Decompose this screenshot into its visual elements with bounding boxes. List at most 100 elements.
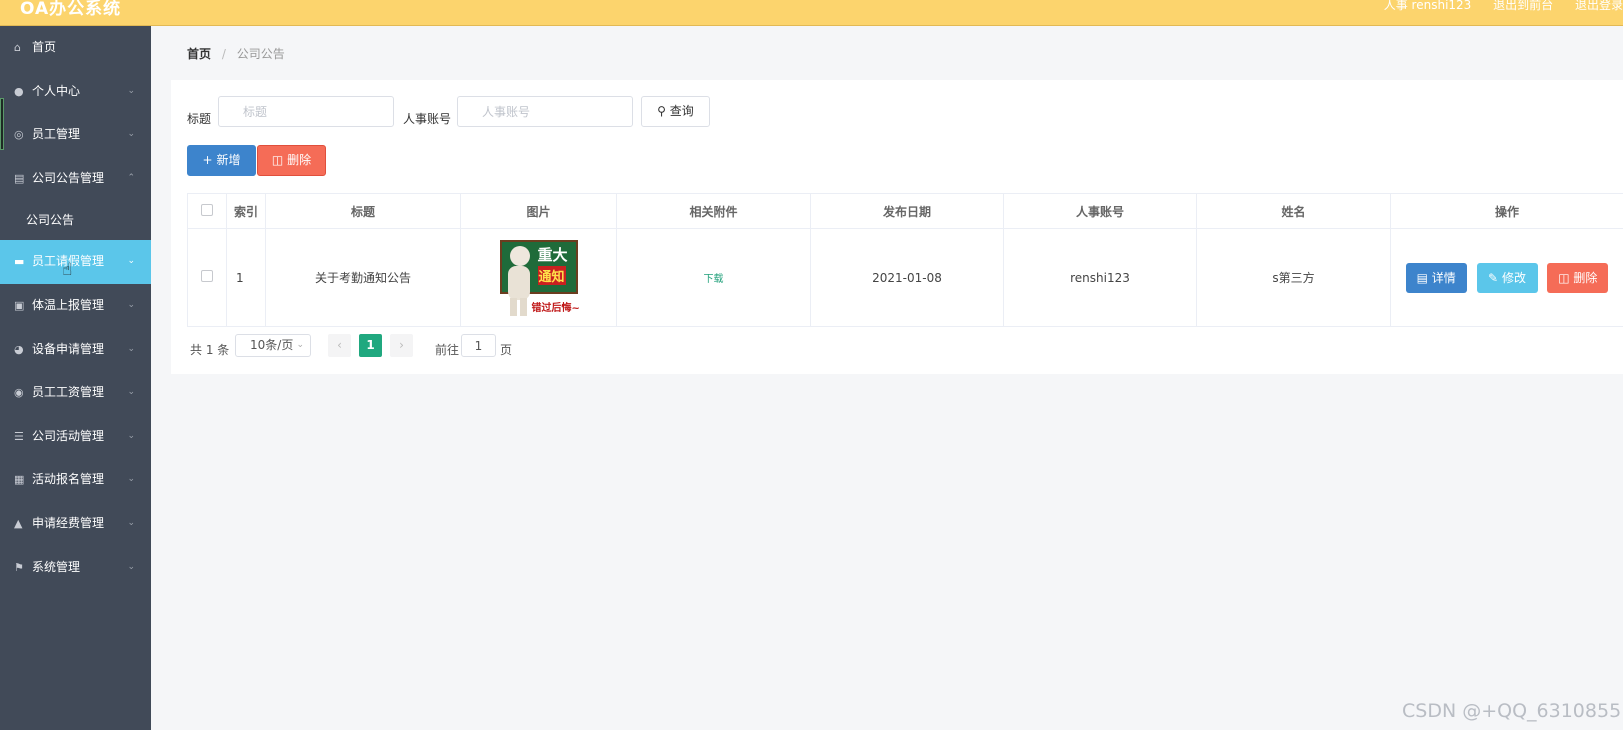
column-header-date: 发布日期 [810,193,1004,229]
chevron-down-icon: ⌄ [127,299,135,310]
chat-icon: ▬ [14,255,25,269]
app-title: OA办公系统 [20,0,122,19]
briefcase-icon: ▣ [14,298,25,312]
goto-suffix: 页 [500,343,513,357]
column-header-image: 图片 [460,193,617,229]
notice-figure-graphic [504,245,534,316]
sidebar-item-funding-request[interactable]: ▲ 申请经费管理 ⌄ [0,502,151,546]
announcement-table: 索引 标题 图片 相关附件 发布日期 人事账号 姓名 操作 1 关于考勤通知公告… [187,193,1623,327]
sidebar-item-temperature-report[interactable]: ▣ 体温上报管理 ⌄ [0,284,151,328]
pencil-icon: ✎ [1488,270,1499,285]
add-button[interactable]: + 新增 [187,145,256,176]
goto-page-input[interactable] [461,334,496,357]
sidebar-item-label: 系统管理 [32,559,81,574]
sidebar-item-label: 员工请假管理 [32,254,105,269]
title-search-input[interactable] [218,96,394,127]
row-image-cell: 重大 通知 错过后悔~ [460,228,617,327]
chevron-up-icon: ⌃ [127,172,135,183]
row-index: 1 [226,228,266,327]
sidebar-item-label: 体温上报管理 [32,297,105,312]
watermark: CSDN @+QQ_6310855 [1402,700,1622,722]
pin-icon: ◉ [14,386,24,400]
chevron-down-icon: ⌄ [127,517,135,528]
sidebar-item-label: 活动报名管理 [32,472,105,487]
chevron-down-icon: ⌄ [127,430,135,441]
query-button-label: 查询 [669,104,694,118]
select-all-cell[interactable] [187,193,227,229]
account-filter-label: 人事账号 [403,112,452,126]
edit-button[interactable]: ✎ 修改 [1476,262,1538,293]
top-bar-actions: 人事 renshi123 退出到前台 退出登录 [1366,0,1623,13]
sidebar: ⌂ 首页 ● 个人中心 ⌄ ◎ 员工管理 ⌄ ▤ 公司公告管理 ⌃ 公司公告 ▬… [0,26,151,730]
search-icon: ⚲ [657,104,666,118]
trash-icon: ◫ [271,153,284,167]
sidebar-item-home[interactable]: ⌂ 首页 [0,26,151,70]
row-select-cell[interactable] [187,228,227,327]
current-user-label: 人事 renshi123 [1383,0,1472,12]
select-all-checkbox[interactable] [201,203,213,216]
sidebar-item-system-management[interactable]: ⚑ 系统管理 ⌄ [0,546,151,590]
sidebar-item-salary-management[interactable]: ◉ 员工工资管理 ⌄ [0,371,151,415]
sidebar-item-equipment-request[interactable]: ◕ 设备申请管理 ⌄ [0,328,151,372]
column-header-actions: 操作 [1390,193,1623,229]
sidebar-item-employee-management[interactable]: ◎ 员工管理 ⌄ [0,113,151,157]
breadcrumb: 首页 / 公司公告 [187,45,285,62]
top-bar: OA办公系统 人事 renshi123 退出到前台 退出登录 [0,0,1623,26]
chevron-down-icon: ⌄ [127,561,135,572]
title-filter-label: 标题 [187,112,212,126]
chevron-down-icon: ⌄ [127,343,135,354]
document-icon: ▤ [1416,270,1428,285]
column-header-index: 索引 [226,193,266,229]
pagination-total: 共 1 条 [190,343,230,357]
row-checkbox[interactable] [201,270,213,282]
delete-button-label: 删除 [287,153,312,167]
row-account: renshi123 [1003,228,1197,327]
batch-delete-button[interactable]: ◫ 删除 [257,145,326,176]
row-date: 2021-01-08 [810,228,1004,327]
trash-icon: ◫ [1558,270,1570,285]
home-icon: ⌂ [14,41,21,54]
flag-icon: ⚑ [14,560,24,574]
notice-thumbnail[interactable]: 重大 通知 错过后悔~ [499,239,580,316]
target-icon: ◎ [14,128,24,142]
row-delete-button[interactable]: ◫ 删除 [1547,262,1609,293]
account-search-input[interactable] [457,96,633,127]
id-card-icon: ▤ [14,171,25,185]
sidebar-item-leave-management[interactable]: ▬ 员工请假管理 ⌄ ☝ [0,240,151,284]
column-header-account: 人事账号 [1003,193,1197,229]
row-delete-button-label: 删除 [1573,270,1598,285]
notice-image-text-3: 错过后悔~ [531,302,580,314]
window-edge-decoration [0,98,4,150]
row-name: s第三方 [1196,228,1391,327]
logout-link[interactable]: 退出登录 [1575,0,1623,12]
detail-button-label: 详情 [1431,270,1456,285]
query-button[interactable]: ⚲ 查询 [641,96,710,127]
user-icon: ● [14,84,24,98]
breadcrumb-home[interactable]: 首页 [187,47,211,61]
sidebar-subitem-announcement[interactable]: 公司公告 [0,200,151,240]
plus-icon: + [202,153,213,167]
breadcrumb-current: 公司公告 [236,47,285,61]
sidebar-item-announcement-management[interactable]: ▤ 公司公告管理 ⌃ [0,157,151,201]
page-size-select[interactable]: 10条/页 ⌄ [235,334,311,357]
prev-page-button[interactable]: ‹ [328,334,351,357]
row-actions-cell: ▤ 详情 ✎ 修改 ◫ 删除 [1390,228,1623,327]
next-page-button[interactable]: › [390,334,413,357]
detail-button[interactable]: ▤ 详情 [1405,262,1467,293]
chevron-down-icon: ⌄ [127,85,135,96]
sidebar-item-personal-center[interactable]: ● 个人中心 ⌄ [0,70,151,114]
chevron-down-icon: ⌄ [127,474,135,485]
sidebar-item-label: 员工工资管理 [32,385,105,400]
download-link[interactable]: 下载 [704,274,724,285]
sidebar-item-activity-signup[interactable]: ▦ 活动报名管理 ⌄ [0,458,151,502]
stamp-icon: ▲ [14,516,23,530]
chevron-down-icon: ⌄ [296,340,304,350]
page-size-value: 10条/页 [250,338,294,352]
sidebar-item-label: 设备申请管理 [32,341,105,356]
table-row: 1 关于考勤通知公告 重大 通知 错过后悔~ 下载 2021-01-08 ren… [187,228,1623,327]
sidebar-item-activity-management[interactable]: ☰ 公司活动管理 ⌄ [0,415,151,459]
back-to-front-link[interactable]: 退出到前台 [1493,0,1553,12]
page-number-current[interactable]: 1 [359,334,382,357]
list-icon: ☰ [14,429,24,443]
edit-button-label: 修改 [1501,270,1526,285]
